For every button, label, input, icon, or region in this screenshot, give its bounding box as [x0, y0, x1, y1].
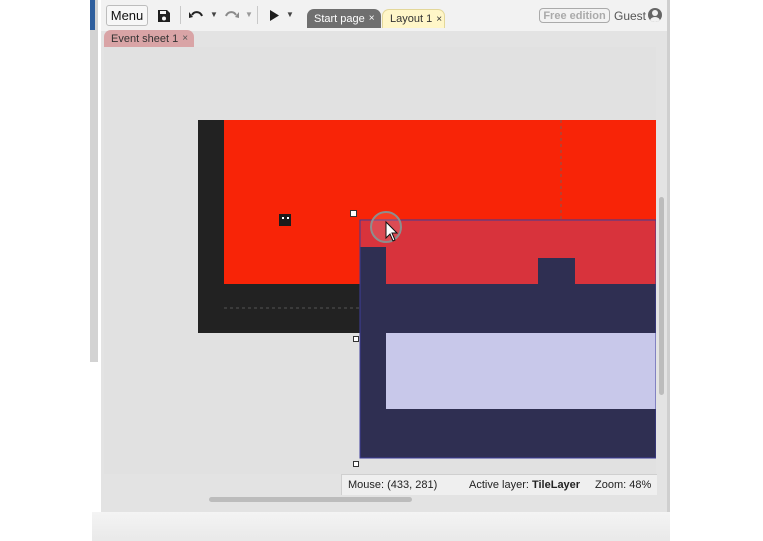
toolbar-separator: [180, 6, 181, 24]
layout-canvas[interactable]: [104, 47, 656, 474]
layout-view[interactable]: [104, 47, 656, 474]
horizontal-scrollbar[interactable]: [209, 497, 412, 502]
resize-handle[interactable]: [350, 210, 357, 217]
save-icon[interactable]: [155, 5, 173, 26]
undo-dropdown-icon[interactable]: ▼: [210, 10, 218, 19]
tab-event-sheet-1[interactable]: Event sheet 1 ×: [104, 30, 194, 47]
tilemap-object[interactable]: [359, 219, 656, 459]
play-icon[interactable]: [266, 5, 282, 26]
save-icon-graphic: [158, 9, 170, 22]
redo-dropdown-icon[interactable]: ▼: [245, 10, 253, 19]
player-eye: [287, 217, 289, 219]
window-frame-left: [90, 0, 98, 362]
redo-icon[interactable]: [222, 5, 242, 26]
undo-icon[interactable]: [186, 5, 206, 26]
tab-start-page[interactable]: Start page ×: [307, 9, 381, 28]
player-eye: [282, 217, 284, 219]
tab-label: Layout 1: [390, 13, 433, 25]
window-frame-right: [667, 0, 670, 512]
redo-icon-graphic: [225, 10, 239, 18]
tab-layout-1[interactable]: Layout 1 ×: [382, 9, 445, 28]
mouse-position: Mouse: (433, 281): [348, 479, 438, 491]
undo-icon-graphic: [189, 10, 203, 18]
zoom-level: Zoom: 48%: [595, 479, 652, 491]
user-name[interactable]: Guest: [614, 9, 646, 23]
resize-handle[interactable]: [353, 461, 359, 467]
close-icon[interactable]: ×: [436, 14, 442, 25]
menu-button[interactable]: Menu: [106, 5, 148, 26]
tilemap-block: [538, 258, 575, 284]
user-avatar-icon[interactable]: [648, 8, 662, 22]
resize-handle[interactable]: [353, 336, 359, 342]
player-sprite[interactable]: [279, 214, 291, 226]
active-layer: Active layer: TileLayer: [469, 479, 580, 491]
play-dropdown-icon[interactable]: ▼: [286, 10, 294, 19]
free-edition-badge[interactable]: Free edition: [539, 8, 610, 23]
toolbar-separator: [257, 6, 258, 24]
tab-label: Start page: [314, 12, 365, 25]
window-bottom-bar: [92, 512, 670, 541]
active-layer-name: TileLayer: [531, 479, 581, 491]
status-bar: Mouse: (433, 281) Active layer: TileLaye…: [341, 474, 657, 495]
tilemap-empty-top: [386, 220, 656, 284]
tab-label: Event sheet 1: [111, 32, 179, 45]
play-icon-graphic: [270, 10, 279, 21]
tilemap-empty-lower: [386, 333, 656, 409]
active-layer-prefix: Active layer:: [469, 479, 532, 491]
vertical-scrollbar[interactable]: [659, 197, 664, 395]
window-frame-accent: [90, 0, 95, 30]
close-icon[interactable]: ×: [182, 33, 188, 44]
close-icon[interactable]: ×: [369, 13, 375, 24]
